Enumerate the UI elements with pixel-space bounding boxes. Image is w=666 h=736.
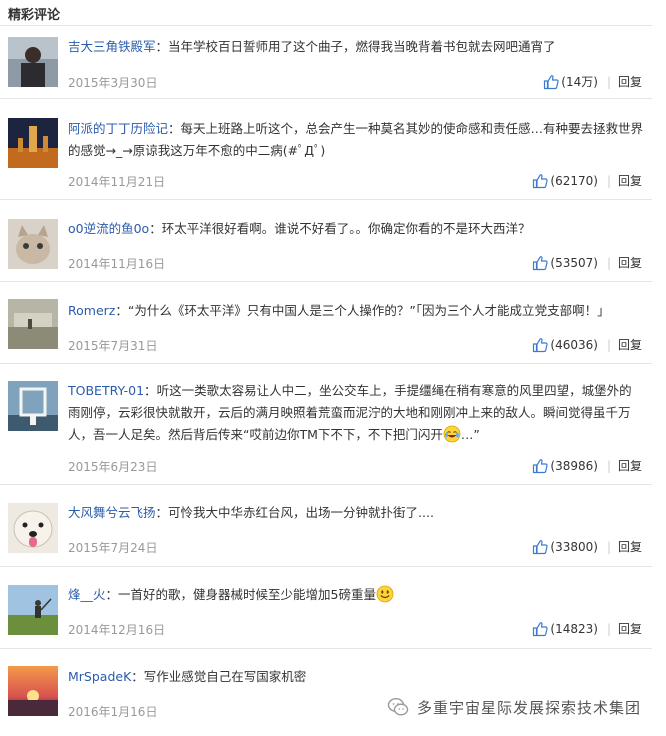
reply-button[interactable]: 回复 <box>618 457 642 474</box>
comment-text-block: 阿派的丁丁历险记：每天上班路上听这个，总会产生一种莫名其妙的使命感和责任感…有种… <box>68 121 644 158</box>
like-button[interactable]: (53507) <box>532 255 598 271</box>
comment-text-block: 烽__火：一首好的歌，健身器械时候至少能增加5磅重量 <box>68 584 644 606</box>
comment-item: 大风舞兮云飞扬：可怜我大中华赤红台风，出场一分钟就扑街了.... 2015年7月… <box>0 485 652 567</box>
comment-item: TOBETRY-01：听这一类歌太容易让人中二，坐公交车上，手提缰绳在稍有寒意的… <box>0 364 652 485</box>
like-count: (46036) <box>550 337 598 352</box>
comment-date: 2015年7月31日 <box>68 339 158 353</box>
comment-username[interactable]: Romerz <box>68 303 115 318</box>
comment-text: 可怜我大中华赤红台风，出场一分钟就扑街了.... <box>168 505 434 520</box>
thumbs-up-icon <box>533 539 549 554</box>
comment-actions: (46036) | 回复 <box>532 336 642 353</box>
action-divider: | <box>606 74 611 89</box>
comment-username[interactable]: 吉大三角铁殿军 <box>68 39 156 54</box>
like-count: (38986) <box>550 458 598 473</box>
action-divider: | <box>606 621 611 636</box>
user-avatar[interactable] <box>8 666 58 716</box>
comment-username[interactable]: o0逆流的鱼0o <box>68 221 149 236</box>
like-count: (14万) <box>561 75 598 89</box>
comment-text: “为什么《环太平洋》只有中国人是三个人操作的？”「因为三个人才能成立党支部啊！」 <box>127 303 610 318</box>
comment-date: 2014年11月16日 <box>68 257 166 271</box>
user-avatar[interactable] <box>8 118 58 168</box>
reply-button[interactable]: 回复 <box>618 73 642 90</box>
comment-text-block: TOBETRY-01：听这一类歌太容易让人中二，坐公交车上，手提缰绳在稍有寒意的… <box>68 383 632 443</box>
like-count: (62170) <box>550 173 598 188</box>
thumbs-up-icon <box>544 74 559 89</box>
comment-actions: (14万) | 回复 <box>543 73 642 90</box>
thumbs-up-icon <box>533 337 549 352</box>
comment-item: 烽__火：一首好的歌，健身器械时候至少能增加5磅重量 2014年12月16日 (… <box>0 567 652 649</box>
reply-button[interactable]: 回复 <box>618 538 642 555</box>
comment-date: 2014年11月21日 <box>68 175 166 189</box>
comment-text-block: Romerz：“为什么《环太平洋》只有中国人是三个人操作的？”「因为三个人才能成… <box>68 303 610 318</box>
comment-username[interactable]: TOBETRY-01 <box>68 383 144 398</box>
user-avatar[interactable] <box>8 381 58 431</box>
comment-item: 阿派的丁丁历险记：每天上班路上听这个，总会产生一种莫名其妙的使命感和责任感…有种… <box>0 99 652 200</box>
comment-username[interactable]: 阿派的丁丁历险记 <box>68 121 168 136</box>
comment-text-block: o0逆流的鱼0o：环太平洋很好看啊。谁说不好看了。。你确定你看的不是环大西洋？ <box>68 221 531 236</box>
like-button[interactable]: (62170) <box>532 173 598 189</box>
like-button[interactable]: (38986) <box>532 458 598 474</box>
comment-item: MrSpadeK：写作业感觉自己在写国家机密 2016年1月16日 <box>0 649 652 736</box>
action-divider: | <box>606 255 611 270</box>
comment-username[interactable]: 大风舞兮云飞扬 <box>68 505 156 520</box>
comment-text: 写作业感觉自己在写国家机密 <box>143 669 307 684</box>
reply-button[interactable]: 回复 <box>618 254 642 271</box>
reply-button[interactable]: 回复 <box>618 620 642 637</box>
reply-button[interactable]: 回复 <box>618 336 642 353</box>
comments-panel: 精彩评论 吉大三角铁殿军：当年学校百日誓师用了这个曲子，燃得我当晚背着书包就去网… <box>0 0 666 736</box>
user-avatar[interactable] <box>8 299 58 349</box>
like-button[interactable]: (14823) <box>532 621 598 637</box>
comment-text: 一首好的歌，健身器械时候至少能增加5磅重量 <box>118 587 376 602</box>
comment-text-block: 大风舞兮云飞扬：可怜我大中华赤红台风，出场一分钟就扑街了.... <box>68 505 434 520</box>
comment-username[interactable]: 烽__火 <box>68 587 106 602</box>
user-avatar[interactable] <box>8 585 58 635</box>
comment-date: 2016年1月16日 <box>68 705 158 719</box>
comment-item: 吉大三角铁殿军：当年学校百日誓师用了这个曲子，燃得我当晚背着书包就去网吧通宵了 … <box>0 26 652 99</box>
section-header: 精彩评论 <box>0 0 652 26</box>
comment-actions: (62170) | 回复 <box>532 172 642 189</box>
reply-button[interactable]: 回复 <box>618 172 642 189</box>
laughing-emoji-icon <box>443 425 461 443</box>
comment-actions: (14823) | 回复 <box>532 620 642 637</box>
thumbs-up-icon <box>533 458 549 473</box>
comment-actions: (53507) | 回复 <box>532 254 642 271</box>
comment-username[interactable]: MrSpadeK <box>68 669 131 684</box>
thumbs-up-icon <box>533 173 549 188</box>
comment-text-block: 吉大三角铁殿军：当年学校百日誓师用了这个曲子，燃得我当晚背着书包就去网吧通宵了 <box>68 39 556 54</box>
like-count: (14823) <box>550 621 598 636</box>
comment-actions: (33800) | 回复 <box>532 538 642 555</box>
like-button[interactable]: (33800) <box>532 539 598 555</box>
comment-date: 2015年6月23日 <box>68 460 158 474</box>
comment-text-block: MrSpadeK：写作业感觉自己在写国家机密 <box>68 669 307 684</box>
thumbs-up-icon <box>533 255 549 270</box>
like-count: (33800) <box>550 539 598 554</box>
watermark: 多重宇宙星际发展探索技术集团 <box>387 694 657 720</box>
like-count: (53507) <box>550 255 598 270</box>
user-avatar[interactable] <box>8 219 58 269</box>
comment-date: 2015年3月30日 <box>68 76 158 90</box>
smiley-emoji-icon <box>376 585 394 603</box>
wechat-logo-icon <box>387 697 409 716</box>
comment-date: 2014年12月16日 <box>68 623 166 637</box>
watermark-text: 多重宇宙星际发展探索技术集团 <box>417 696 642 718</box>
comment-item: Romerz：“为什么《环太平洋》只有中国人是三个人操作的？”「因为三个人才能成… <box>0 282 652 364</box>
user-avatar[interactable] <box>8 37 58 87</box>
action-divider: | <box>606 539 611 554</box>
comment-date: 2015年7月24日 <box>68 541 158 555</box>
comment-text: 当年学校百日誓师用了这个曲子，燃得我当晚背着书包就去网吧通宵了 <box>168 39 556 54</box>
like-button[interactable]: (14万) <box>543 73 598 90</box>
action-divider: | <box>606 173 611 188</box>
comment-text: 环太平洋很好看啊。谁说不好看了。。你确定你看的不是环大西洋？ <box>161 221 531 236</box>
comment-actions: (38986) | 回复 <box>532 457 642 474</box>
action-divider: | <box>606 337 611 352</box>
section-title: 精彩评论 <box>8 8 61 23</box>
user-avatar[interactable] <box>8 503 58 553</box>
comment-item: o0逆流的鱼0o：环太平洋很好看啊。谁说不好看了。。你确定你看的不是环大西洋？ … <box>0 200 652 282</box>
comment-text-end: …” <box>460 427 480 442</box>
like-button[interactable]: (46036) <box>532 337 598 353</box>
action-divider: | <box>606 458 611 473</box>
thumbs-up-icon <box>533 621 549 636</box>
